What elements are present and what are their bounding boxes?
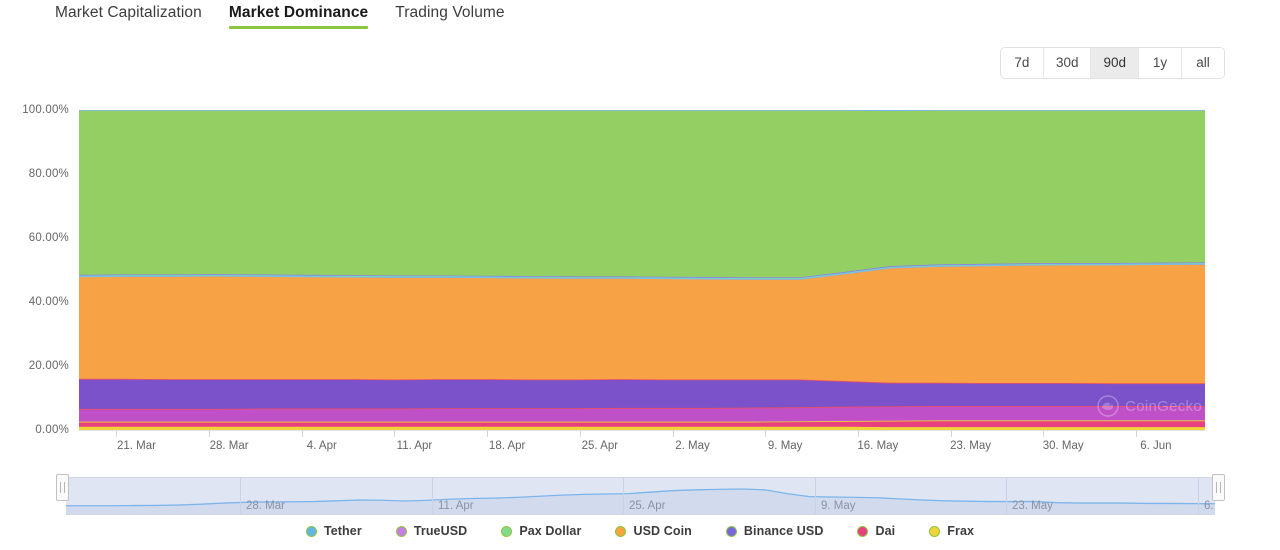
navigator-handle-left[interactable] <box>56 474 69 501</box>
x-axis: 21. Mar 28. Mar 4. Apr 11. Apr 18. Apr 25. Ap… <box>0 438 1280 460</box>
x-axis-tick <box>301 430 303 437</box>
legend-item-frax[interactable]: Frax <box>929 524 974 538</box>
legend-item-dai[interactable]: Dai <box>857 524 895 538</box>
x-axis-label: 30. May <box>1042 440 1084 452</box>
legend-item-usd-coin[interactable]: USD Coin <box>615 524 692 538</box>
navigator-label: 23. May <box>1012 500 1053 512</box>
navigator-label: 9. May <box>821 500 856 512</box>
legend-label: Pax Dollar <box>519 524 582 538</box>
legend-marker-icon <box>501 525 513 537</box>
x-axis-label: 4. Apr <box>306 440 337 452</box>
navigator-track[interactable]: 28. Mar 11. Apr 25. Apr 9. May 23. May 6. Jun <box>66 478 1215 514</box>
range-navigator[interactable]: 28. Mar 11. Apr 25. Apr 9. May 23. May 6. Jun <box>56 474 1225 515</box>
x-axis-tick <box>394 430 396 437</box>
grip-icon <box>1216 482 1221 493</box>
tab-market-dominance[interactable]: Market Dominance <box>228 3 369 30</box>
x-axis-label: 16. May <box>857 440 899 452</box>
legend-item-pax-dollar[interactable]: Pax Dollar <box>501 524 581 538</box>
y-axis-label: 20.00% <box>28 360 69 372</box>
y-axis-label: 40.00% <box>28 296 69 308</box>
x-axis-label: 11. Apr <box>396 440 433 452</box>
x-axis-label: 9. May <box>767 440 803 452</box>
legend-label: Frax <box>947 524 975 538</box>
x-axis-label: 25. Apr <box>581 440 619 452</box>
x-axis-label: 2. May <box>675 440 710 452</box>
x-axis-line <box>79 430 1205 431</box>
y-axis-label: 60.00% <box>28 232 69 244</box>
x-axis-tick <box>579 430 581 437</box>
chart-legend: Tether TrueUSD Pax Dollar USD Coin Binance U… <box>0 524 1280 538</box>
x-axis-label: 6. Jun <box>1140 440 1172 452</box>
y-axis-label: 100.00% <box>22 104 69 116</box>
y-axis: 0.00% 20.00% 40.00% 60.00% 80.00% 100.00% <box>0 90 79 436</box>
x-axis-tick <box>765 430 767 437</box>
x-axis-tick <box>209 430 211 437</box>
y-axis-label: 0.00% <box>35 424 69 436</box>
plot-area[interactable]: CoinGecko <box>79 110 1205 430</box>
x-axis-tick <box>950 430 952 437</box>
chart-tabs: Market Capitalization Market Dominance T… <box>55 0 532 34</box>
legend-label: Binance USD <box>743 524 824 538</box>
navigator-gridline <box>815 478 816 514</box>
x-axis-label: 23. May <box>950 440 991 452</box>
stacked-area-series <box>79 110 1205 430</box>
legend-item-binance-usd[interactable]: Binance USD <box>725 524 824 538</box>
navigator-label: 6. Jun <box>1204 500 1215 512</box>
grip-icon <box>60 482 65 493</box>
tab-market-capitalization[interactable]: Market Capitalization <box>55 5 202 30</box>
x-axis-tick <box>857 430 859 437</box>
area-usd-coin <box>79 263 1205 384</box>
legend-marker-icon <box>615 525 627 537</box>
legend-label: Tether <box>323 524 362 538</box>
range-button-1y[interactable]: 1y <box>1139 48 1182 79</box>
legend-marker-icon <box>725 525 737 537</box>
x-axis-tick <box>672 430 674 437</box>
navigator-gridline <box>1198 478 1199 514</box>
x-axis-tick <box>487 430 489 437</box>
area-pax-dollar <box>79 110 1205 278</box>
x-axis-tick <box>1135 430 1137 437</box>
navigator-gridline <box>1006 478 1007 514</box>
legend-marker-icon <box>305 525 317 537</box>
navigator-label: 28. Mar <box>246 500 285 512</box>
legend-marker-icon <box>929 525 941 537</box>
navigator-gridline <box>432 478 433 514</box>
range-button-30d[interactable]: 30d <box>1043 48 1092 79</box>
legend-label: Dai <box>875 524 896 538</box>
navigator-label: 25. Apr <box>629 500 666 512</box>
x-axis-label: 28. Mar <box>209 440 249 452</box>
navigator-gridline <box>240 478 241 514</box>
tab-label: Market Dominance <box>228 3 369 21</box>
legend-item-trueusd[interactable]: TrueUSD <box>395 524 468 538</box>
legend-marker-icon <box>395 525 407 537</box>
x-axis-label: 21. Mar <box>116 440 156 452</box>
legend-label: USD Coin <box>633 524 692 538</box>
market-dominance-chart: 0.00% 20.00% 40.00% 60.00% 80.00% 100.00% Coi… <box>0 90 1280 452</box>
navigator-label: 11. Apr <box>438 500 474 512</box>
navigator-gridline <box>623 478 624 514</box>
y-axis-label: 80.00% <box>28 168 69 180</box>
tab-label: Market Capitalization <box>55 3 202 21</box>
x-axis-tick <box>116 430 118 437</box>
range-button-7d[interactable]: 7d <box>1000 48 1044 79</box>
range-button-90d[interactable]: 90d <box>1091 48 1139 79</box>
tab-label: Trading Volume <box>395 3 505 21</box>
range-button-all[interactable]: all <box>1182 48 1224 79</box>
time-range-selector: 7d 30d 90d 1y all <box>999 47 1225 80</box>
tab-trading-volume[interactable]: Trading Volume <box>395 5 504 30</box>
legend-item-tether[interactable]: Tether <box>305 524 362 538</box>
legend-label: TrueUSD <box>413 524 468 538</box>
legend-marker-icon <box>857 525 869 537</box>
x-axis-label: 18. Apr <box>488 440 526 452</box>
navigator-handle-right[interactable] <box>1212 474 1225 501</box>
x-axis-tick <box>1043 430 1045 437</box>
